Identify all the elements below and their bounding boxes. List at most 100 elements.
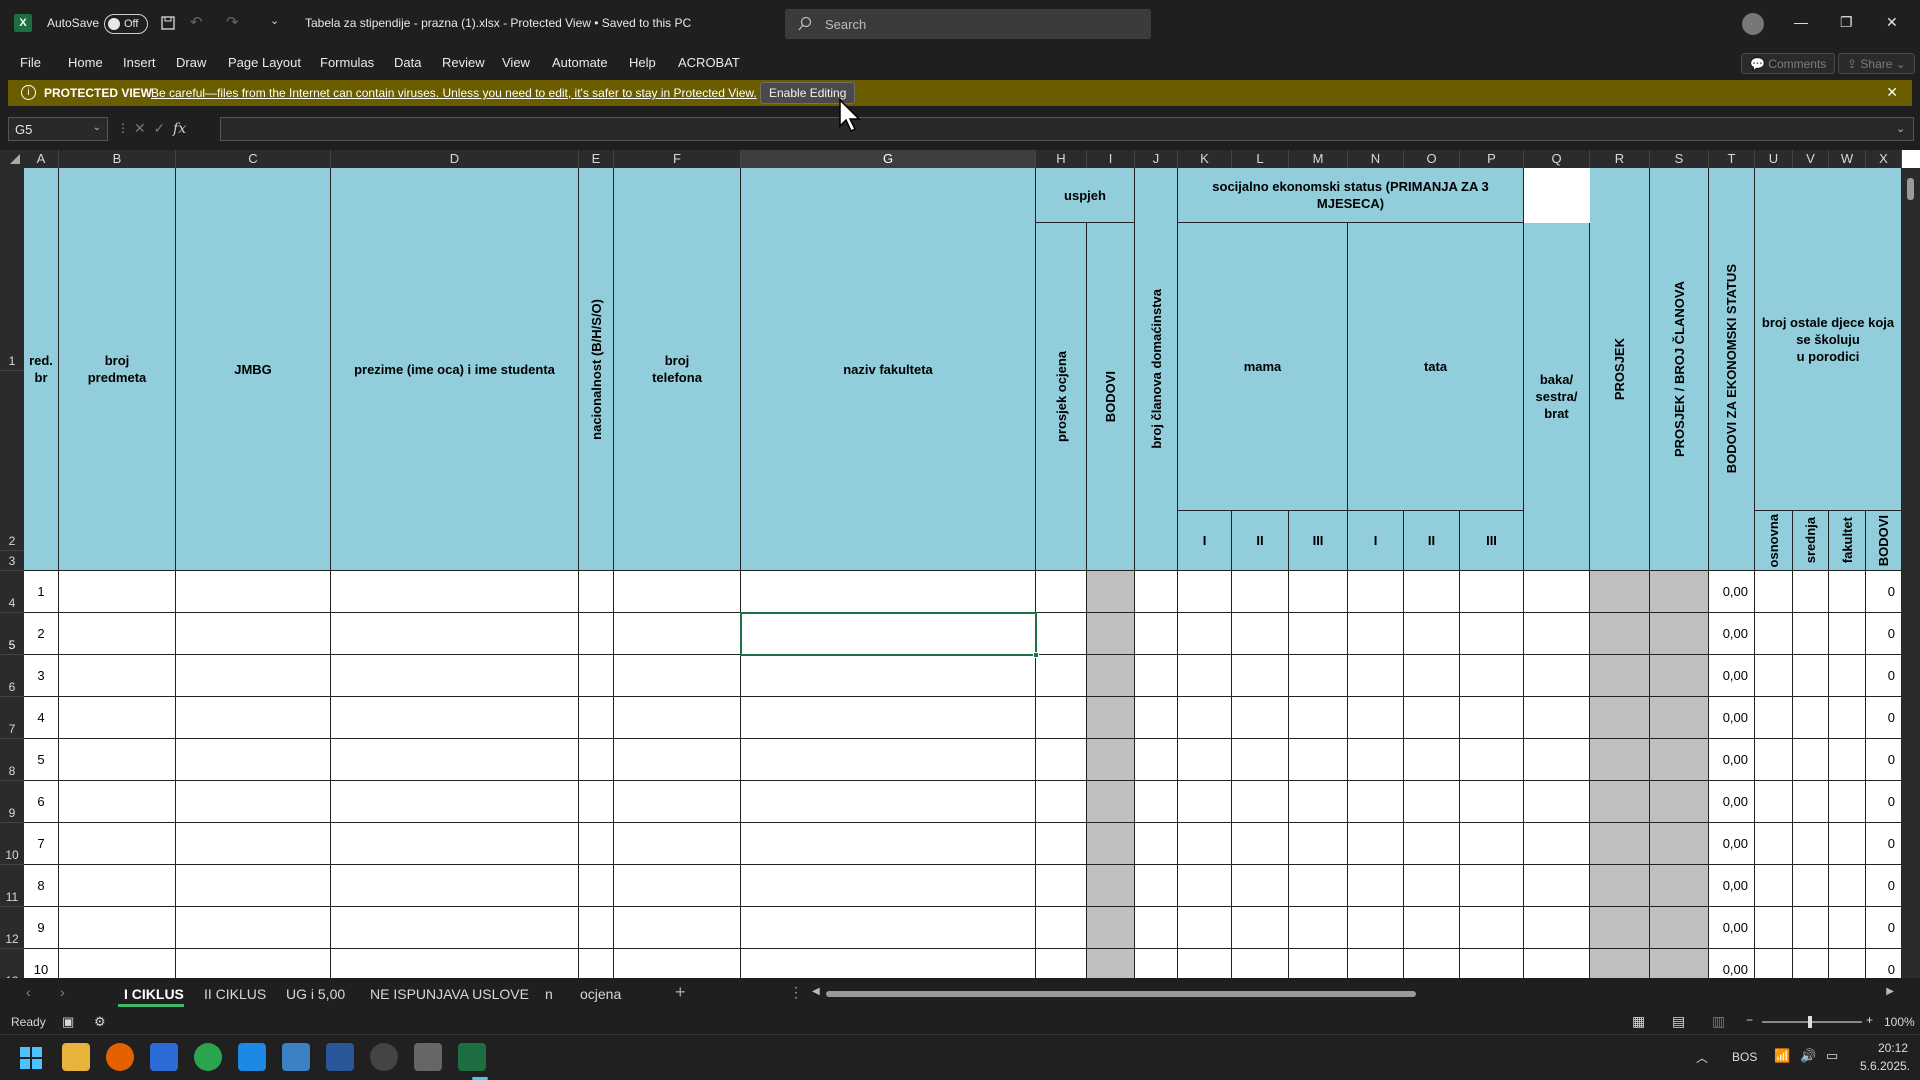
column-header-j[interactable]: J: [1135, 150, 1178, 168]
wifi-icon[interactable]: 📶: [1774, 1048, 1790, 1064]
cell-h8[interactable]: [1036, 739, 1087, 781]
header-nacionalnost[interactable]: nacionalnost (B/H/S/O): [579, 168, 614, 571]
cell-g4[interactable]: [741, 571, 1036, 613]
cell-v7[interactable]: [1793, 697, 1829, 739]
sheet-tab-ocjena[interactable]: ocjena: [580, 986, 621, 1002]
header-broj-telefona[interactable]: broj telefona: [614, 168, 741, 571]
cell-m6[interactable]: [1289, 655, 1348, 697]
row-header-4[interactable]: 4: [0, 571, 24, 613]
cell-a5[interactable]: 2: [24, 613, 59, 655]
cell-a12[interactable]: 9: [24, 907, 59, 949]
cell-e9[interactable]: [579, 781, 614, 823]
menu-insert[interactable]: Insert: [123, 55, 156, 70]
cell-x8[interactable]: 0: [1866, 739, 1902, 781]
cell-v9[interactable]: [1793, 781, 1829, 823]
cell-t13[interactable]: 0,00: [1709, 949, 1755, 978]
header-mama[interactable]: mama: [1178, 223, 1348, 511]
cell-u12[interactable]: [1755, 907, 1793, 949]
cell-b12[interactable]: [59, 907, 176, 949]
cell-w4[interactable]: [1829, 571, 1866, 613]
cell-h7[interactable]: [1036, 697, 1087, 739]
cell-u7[interactable]: [1755, 697, 1793, 739]
close-bar-icon[interactable]: ✕: [1886, 84, 1898, 101]
firefox-icon[interactable]: [106, 1043, 134, 1071]
cell-c8[interactable]: [176, 739, 331, 781]
header-roman-3[interactable]: III: [1289, 511, 1348, 571]
cell-t5[interactable]: 0,00: [1709, 613, 1755, 655]
cell-b8[interactable]: [59, 739, 176, 781]
cell-r11[interactable]: [1590, 865, 1650, 907]
header-bodovi-ekonomski-status[interactable]: BODOVI ZA EKONOMSKI STATUS: [1709, 168, 1755, 571]
battery-icon[interactable]: ▭: [1826, 1048, 1838, 1064]
cell-h12[interactable]: [1036, 907, 1087, 949]
calendar-icon[interactable]: [150, 1043, 178, 1071]
cell-r5[interactable]: [1590, 613, 1650, 655]
cell-l12[interactable]: [1232, 907, 1289, 949]
cell-f7[interactable]: [614, 697, 741, 739]
column-header-e[interactable]: E: [579, 150, 614, 168]
cell-f12[interactable]: [614, 907, 741, 949]
cell-v8[interactable]: [1793, 739, 1829, 781]
cell-g10[interactable]: [741, 823, 1036, 865]
cell-l4[interactable]: [1232, 571, 1289, 613]
cell-c13[interactable]: [176, 949, 331, 978]
cell-t11[interactable]: 0,00: [1709, 865, 1755, 907]
cell-j6[interactable]: [1135, 655, 1178, 697]
cell-r9[interactable]: [1590, 781, 1650, 823]
cell-b11[interactable]: [59, 865, 176, 907]
cell-j12[interactable]: [1135, 907, 1178, 949]
cell-b5[interactable]: [59, 613, 176, 655]
row-header-3[interactable]: 3: [0, 551, 24, 571]
cell-i4[interactable]: [1087, 571, 1135, 613]
cell-a4[interactable]: 1: [24, 571, 59, 613]
row-header-6[interactable]: 6: [0, 655, 24, 697]
cell-p12[interactable]: [1460, 907, 1524, 949]
cell-q6[interactable]: [1524, 655, 1590, 697]
cell-d5[interactable]: [331, 613, 579, 655]
cell-k13[interactable]: [1178, 949, 1232, 978]
cell-f11[interactable]: [614, 865, 741, 907]
cell-g13[interactable]: [741, 949, 1036, 978]
cell-p7[interactable]: [1460, 697, 1524, 739]
word-icon[interactable]: [326, 1043, 354, 1071]
cell-p8[interactable]: [1460, 739, 1524, 781]
column-header-g[interactable]: G: [741, 150, 1036, 168]
tray-chevron-icon[interactable]: ︿: [1696, 1049, 1708, 1066]
enter-icon[interactable]: ✓: [154, 120, 166, 136]
cell-i13[interactable]: [1087, 949, 1135, 978]
cell-o9[interactable]: [1404, 781, 1460, 823]
cell-n13[interactable]: [1348, 949, 1404, 978]
header-roman-2[interactable]: II: [1232, 511, 1289, 571]
cell-b4[interactable]: [59, 571, 176, 613]
cell-i11[interactable]: [1087, 865, 1135, 907]
cell-u8[interactable]: [1755, 739, 1793, 781]
column-header-i[interactable]: I: [1087, 150, 1135, 168]
menu-help[interactable]: Help: [629, 55, 656, 70]
excel-taskbar-icon[interactable]: [458, 1043, 486, 1071]
cell-j5[interactable]: [1135, 613, 1178, 655]
cell-u11[interactable]: [1755, 865, 1793, 907]
cell-w9[interactable]: [1829, 781, 1866, 823]
cell-i9[interactable]: [1087, 781, 1135, 823]
cell-m4[interactable]: [1289, 571, 1348, 613]
cell-x7[interactable]: 0: [1866, 697, 1902, 739]
cell-k8[interactable]: [1178, 739, 1232, 781]
header-broj-ostale-djece[interactable]: broj ostale djece koja se školuju u poro…: [1755, 168, 1902, 511]
cell-e12[interactable]: [579, 907, 614, 949]
cell-v12[interactable]: [1793, 907, 1829, 949]
autosave-toggle[interactable]: Off: [104, 14, 148, 34]
column-header-p[interactable]: P: [1460, 150, 1524, 168]
menu-view[interactable]: View: [502, 55, 530, 70]
cell-o10[interactable]: [1404, 823, 1460, 865]
cell-c7[interactable]: [176, 697, 331, 739]
cell-f8[interactable]: [614, 739, 741, 781]
zoom-out-icon[interactable]: −: [1746, 1013, 1753, 1027]
cell-p10[interactable]: [1460, 823, 1524, 865]
sheet-tab-n[interactable]: n: [545, 986, 553, 1002]
cell-k7[interactable]: [1178, 697, 1232, 739]
cell-f5[interactable]: [614, 613, 741, 655]
accessibility-icon[interactable]: ▣: [62, 1014, 74, 1030]
cell-n12[interactable]: [1348, 907, 1404, 949]
column-header-d[interactable]: D: [331, 150, 579, 168]
cell-v11[interactable]: [1793, 865, 1829, 907]
